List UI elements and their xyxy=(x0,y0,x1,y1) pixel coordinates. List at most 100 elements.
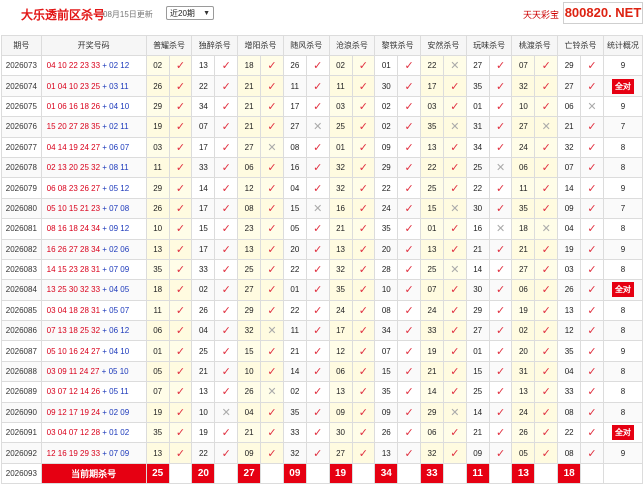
result-mark: ✓ xyxy=(534,238,559,260)
kill-number-cell: 22 xyxy=(191,75,216,97)
check-icon: ✓ xyxy=(358,284,369,297)
check-icon: ✓ xyxy=(541,386,551,399)
result-mark: ✓ xyxy=(397,95,422,118)
front-numbers: 04 10 22 23 33 xyxy=(46,61,101,71)
summary-value: 8 xyxy=(620,387,626,397)
kill-number-cell: 25 xyxy=(191,340,216,362)
plus-separator: + xyxy=(100,265,110,275)
check-icon: ✓ xyxy=(404,223,414,236)
kill-number-cell: 17 xyxy=(191,238,216,260)
summary-cell: 8 xyxy=(602,320,643,342)
result-mark: ✓ xyxy=(214,258,239,281)
kill-number-cell: 24 xyxy=(420,299,444,322)
check-icon: ✓ xyxy=(404,264,414,277)
result-mark: ✓ xyxy=(488,136,513,158)
check-icon: ✓ xyxy=(541,406,551,419)
kill-number-cell: 29 xyxy=(465,299,490,322)
check-icon: ✓ xyxy=(541,427,551,440)
kill-number-cell: 32 xyxy=(328,258,353,281)
column-header: 增阳杀号 xyxy=(237,35,284,56)
result-mark: ✕ xyxy=(260,136,284,158)
kill-number-cell: 27 xyxy=(237,279,262,301)
kill-number-cell: 01 xyxy=(465,340,490,362)
empty-cell xyxy=(260,462,284,484)
table-row: 2026076 15 20 27 28 35 + 02 11 19 ✓ 07 ✓ 21 ✓ 27… xyxy=(1,116,643,138)
front-numbers: 14 15 23 28 31 xyxy=(46,265,101,275)
kill-number-cell: 08 xyxy=(557,442,582,464)
result-mark: ✓ xyxy=(305,279,330,301)
cross-icon: ✕ xyxy=(221,406,231,419)
result-mark: ✓ xyxy=(214,320,239,342)
column-header: 期号 xyxy=(1,35,42,56)
kill-number-cell: 20 xyxy=(282,238,307,260)
summary-cell: 7 xyxy=(602,197,643,220)
kill-number-cell: 30 xyxy=(374,75,399,97)
kill-number-cell: 14 xyxy=(465,401,490,424)
kill-number-cell: 14 xyxy=(282,360,307,383)
period-cell: 2026087 xyxy=(1,340,42,362)
check-icon: ✓ xyxy=(175,223,186,236)
kill-number-cell: 27 xyxy=(465,320,490,342)
kill-number-cell: 09 xyxy=(237,442,262,464)
kill-number-cell: 32 xyxy=(511,75,536,97)
kill-number-cell: 14 xyxy=(465,258,490,281)
check-icon: ✓ xyxy=(221,284,231,297)
check-icon: ✓ xyxy=(587,162,597,175)
front-numbers: 03 07 12 14 26 xyxy=(46,387,101,397)
kill-number-cell: 09 xyxy=(328,401,353,424)
check-icon: ✓ xyxy=(221,366,231,379)
kill-number-cell: 02 xyxy=(145,54,170,77)
check-icon: ✓ xyxy=(358,80,369,93)
result-mark: ✓ xyxy=(442,279,467,301)
result-mark: ✓ xyxy=(168,238,193,260)
summary-value: 8 xyxy=(620,224,626,234)
cross-icon: ✕ xyxy=(450,60,460,73)
plus-separator: + xyxy=(100,244,110,254)
result-mark: ✓ xyxy=(534,75,559,97)
summary-value: 9 xyxy=(620,448,626,458)
table-row: 2026091 03 04 07 12 28 + 01 02 35 ✓ 19 ✓ 21 ✓ 33… xyxy=(1,422,643,444)
result-mark: ✓ xyxy=(305,156,330,179)
check-icon: ✓ xyxy=(450,284,460,297)
table-row: 2026086 07 13 18 25 32 + 06 12 06 ✓ 04 ✓ 32 ✕ 11… xyxy=(1,320,643,342)
result-mark: ✓ xyxy=(305,401,330,424)
summary-cell: 8 xyxy=(602,299,643,322)
check-icon: ✓ xyxy=(358,100,369,113)
result-mark: ✓ xyxy=(214,95,239,118)
current-period-cell: 2026093 xyxy=(1,462,42,484)
summary-value: 7 xyxy=(620,203,626,213)
kill-number-cell: 23 xyxy=(237,218,262,240)
result-mark: ✓ xyxy=(534,136,559,158)
check-icon: ✓ xyxy=(313,182,323,195)
result-mark: ✓ xyxy=(168,299,193,322)
result-mark: ✓ xyxy=(580,340,604,362)
check-icon: ✓ xyxy=(358,162,369,175)
check-icon: ✓ xyxy=(587,141,597,154)
draw-numbers-cell: 15 20 27 28 35 + 02 11 xyxy=(40,116,147,138)
kill-number-cell: 24 xyxy=(511,136,536,158)
column-header: 玩味杀号 xyxy=(465,35,513,56)
kill-number-cell: 21 xyxy=(557,116,582,138)
column-header: 开奖号码 xyxy=(40,35,147,56)
check-icon: ✓ xyxy=(541,80,551,93)
kill-number-cell: 27 xyxy=(237,136,262,158)
check-icon: ✓ xyxy=(541,325,551,338)
result-mark: ✓ xyxy=(397,197,422,220)
result-mark: ✓ xyxy=(442,422,467,444)
kill-number-cell: 30 xyxy=(465,279,490,301)
result-mark: ✓ xyxy=(214,116,239,138)
kill-number-cell: 17 xyxy=(191,197,216,220)
check-icon: ✓ xyxy=(221,182,231,195)
period-select[interactable]: 近20期 ▼ xyxy=(166,6,214,20)
check-icon: ✓ xyxy=(587,325,597,338)
brand-link[interactable]: 天天彩宝 xyxy=(523,8,559,21)
result-mark: ✓ xyxy=(168,95,193,118)
check-icon: ✓ xyxy=(358,345,369,358)
kill-number-cell: 27 xyxy=(557,75,582,97)
result-mark: ✕ xyxy=(442,401,467,424)
check-icon: ✓ xyxy=(221,304,231,317)
kill-number-cell: 33 xyxy=(191,156,216,179)
result-mark: ✓ xyxy=(397,116,422,138)
front-numbers: 03 09 11 24 27 xyxy=(46,367,100,377)
empty-cell xyxy=(214,462,239,484)
